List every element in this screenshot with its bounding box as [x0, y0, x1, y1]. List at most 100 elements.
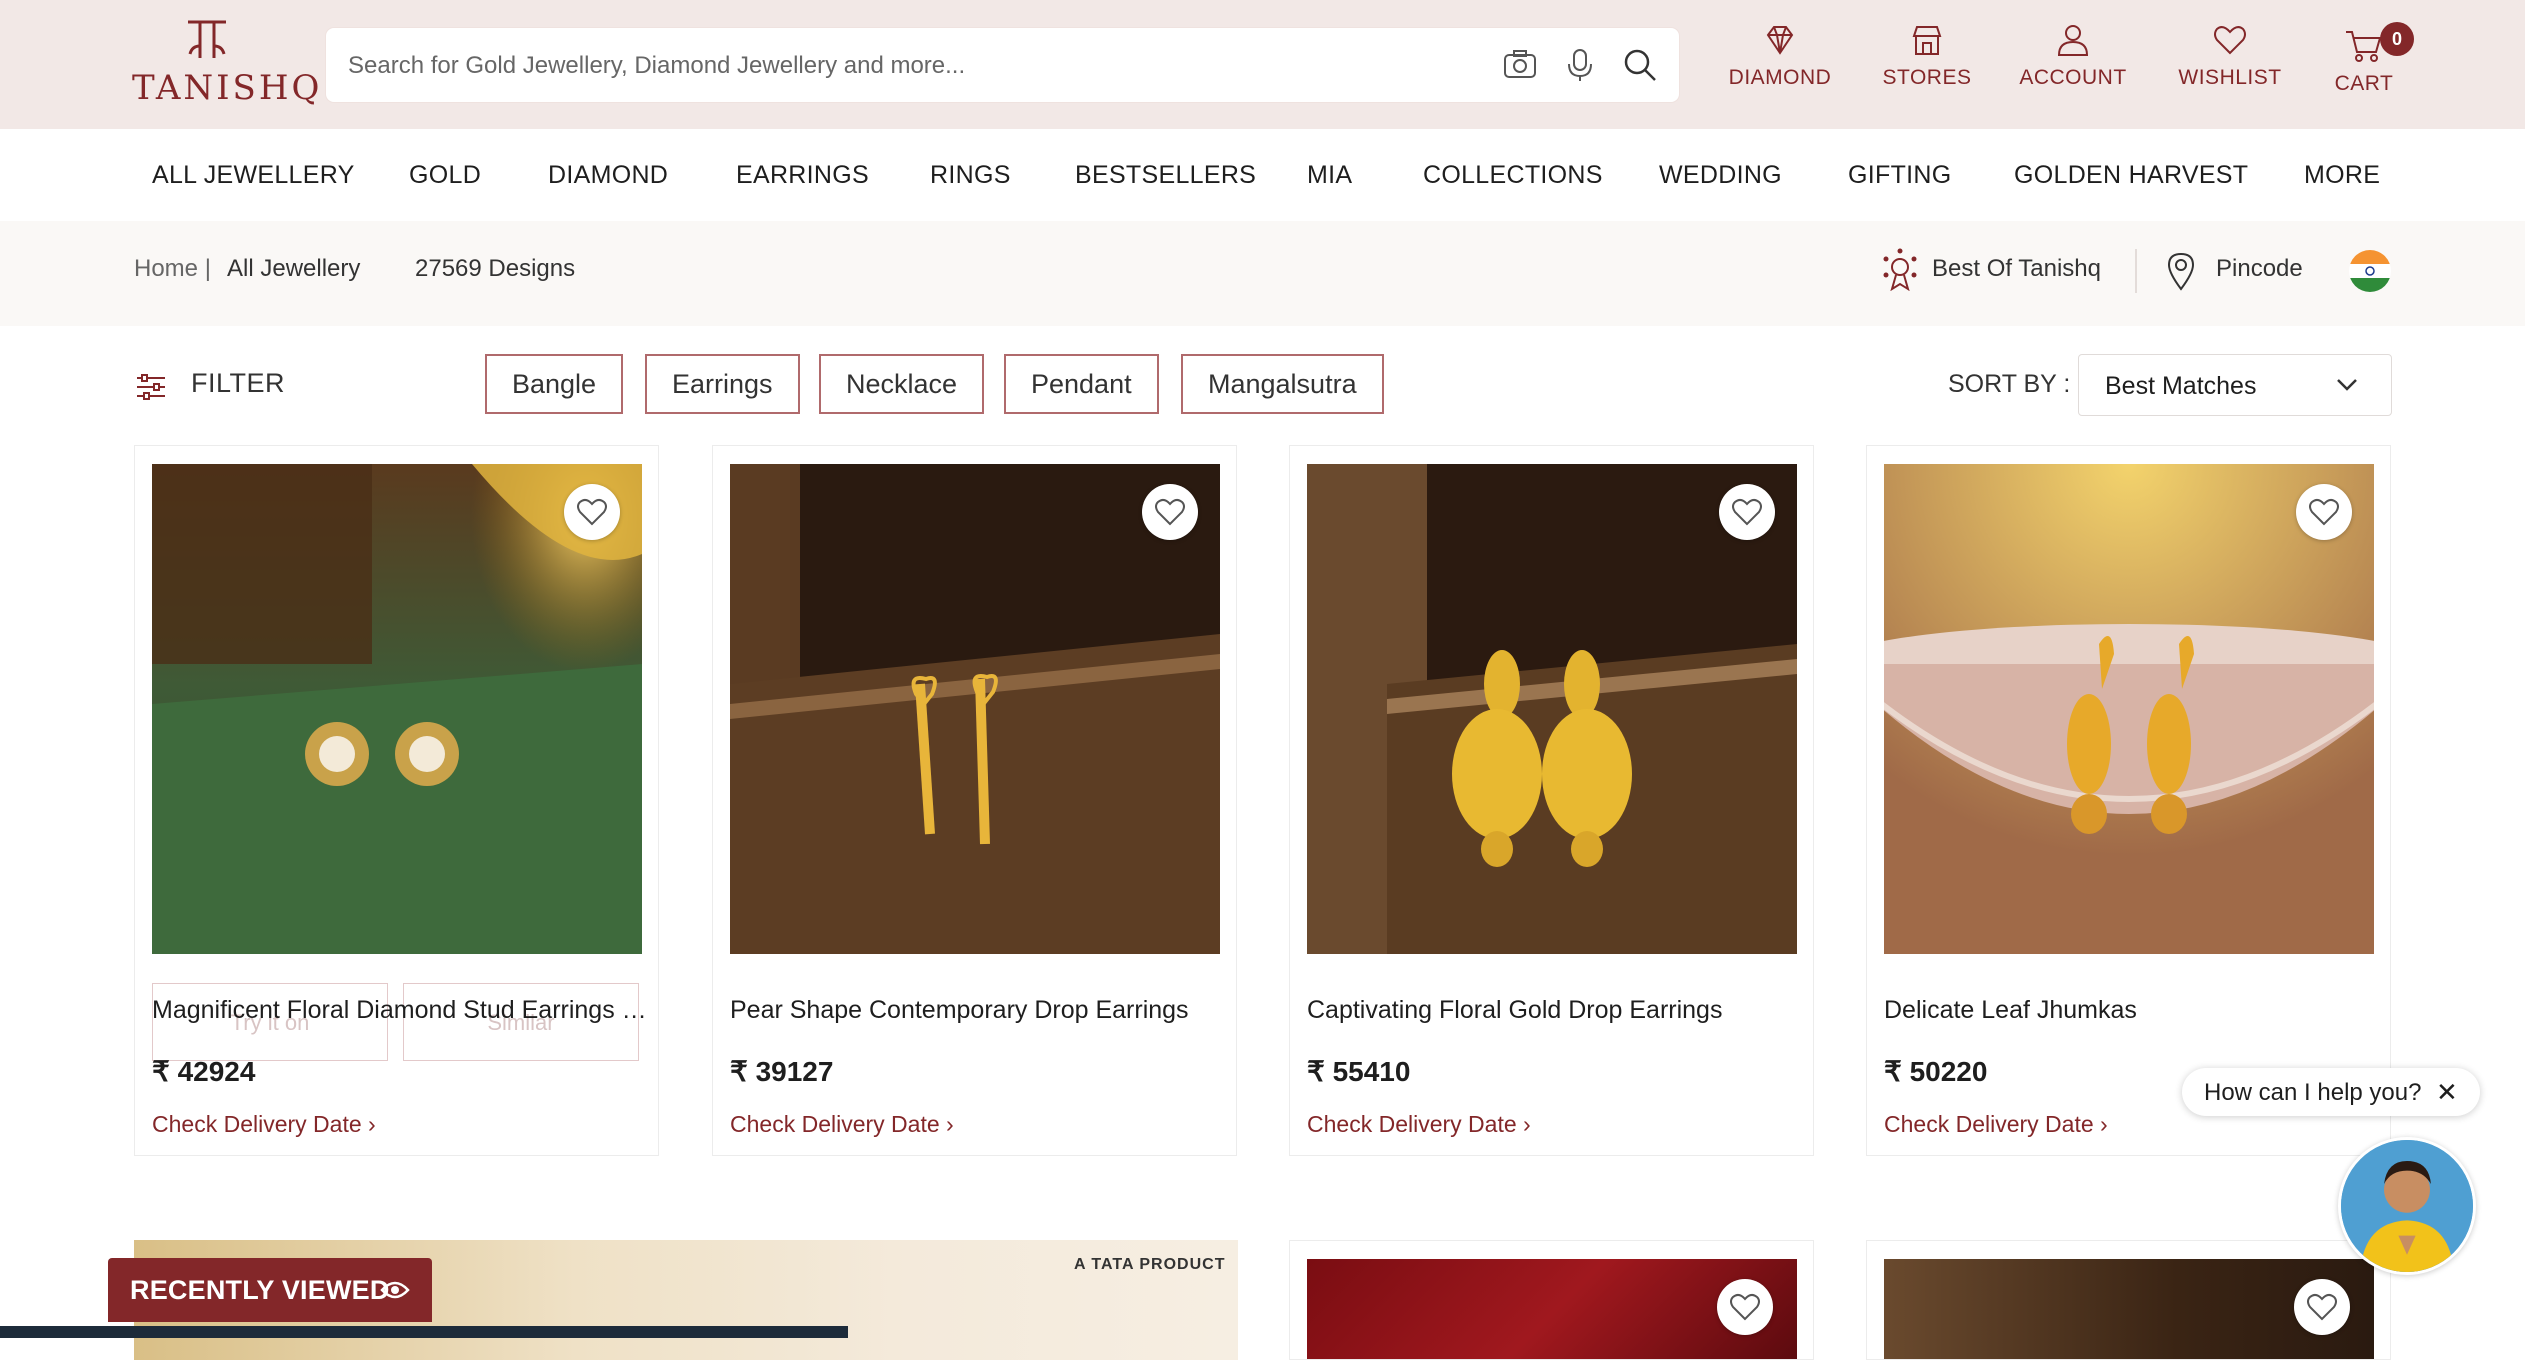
product-price: ₹ 55410	[1307, 1056, 1411, 1087]
product-card[interactable]	[1289, 1240, 1814, 1360]
nav-item-all-jewellery[interactable]: ALL JEWELLERY	[152, 161, 355, 190]
wishlist-heart-button[interactable]	[2294, 1279, 2350, 1335]
product-card[interactable]: Pear Shape Contemporary Drop Earrings ₹ …	[712, 445, 1237, 1156]
product-card[interactable]: Try it on Similar Magnificent Floral Dia…	[134, 445, 659, 1156]
chevron-right-icon: ›	[368, 1111, 376, 1137]
product-title[interactable]: Pear Shape Contemporary Drop Earrings	[730, 996, 1225, 1025]
product-price: ₹ 39127	[730, 1056, 834, 1087]
stores-label: STORES	[1882, 66, 1972, 89]
product-image[interactable]	[1307, 464, 1797, 954]
microphone-icon[interactable]	[1562, 47, 1598, 83]
chip-mangalsutra[interactable]: Mangalsutra	[1181, 354, 1384, 414]
nav-item-diamond[interactable]: DIAMOND	[548, 161, 668, 190]
header-account-link[interactable]: ACCOUNT	[2003, 22, 2143, 102]
product-photo	[1884, 464, 2374, 954]
product-card[interactable]: Delicate Leaf Jhumkas ₹ 50220 Check Deli…	[1866, 445, 2391, 1156]
check-delivery-link[interactable]: Check Delivery Date ›	[730, 1111, 954, 1138]
wishlist-heart-button[interactable]	[1719, 484, 1775, 540]
site-header: TANISHQ DIAMOND STORES	[0, 0, 2525, 129]
heart-outline-icon	[2307, 1293, 2337, 1321]
chat-prompt-bubble[interactable]: How can I help you? ✕	[2182, 1068, 2480, 1116]
logo-mark-icon	[188, 20, 226, 58]
best-of-tanishq-link[interactable]: Best Of Tanishq	[1932, 255, 2101, 283]
design-count: 27569 Designs	[415, 255, 576, 282]
nav-item-more[interactable]: MORE	[2304, 161, 2380, 190]
close-icon[interactable]: ✕	[2436, 1077, 2458, 1108]
chevron-right-icon: ›	[946, 1111, 954, 1137]
wishlist-heart-button[interactable]	[1717, 1279, 1773, 1335]
wishlist-heart-button[interactable]	[2296, 484, 2352, 540]
chat-assistant-avatar[interactable]	[2338, 1137, 2476, 1275]
filter-label: FILTER	[191, 368, 286, 398]
heart-outline-icon	[1155, 498, 1185, 526]
nav-item-mia[interactable]: MIA	[1307, 161, 1352, 190]
nav-item-wedding[interactable]: WEDDING	[1659, 161, 1782, 190]
product-price: ₹ 42924	[152, 1056, 256, 1087]
product-title[interactable]: Magnificent Floral Diamond Stud Earrings…	[152, 996, 647, 1025]
product-title[interactable]: Delicate Leaf Jhumkas	[1884, 996, 2379, 1025]
brand-name: TANISHQ	[132, 68, 323, 108]
search-icon[interactable]	[1622, 47, 1658, 83]
breadcrumb-home[interactable]: Home |	[134, 255, 211, 283]
nav-item-golden-harvest[interactable]: GOLDEN HARVEST	[2014, 161, 2248, 190]
nav-item-gold[interactable]: GOLD	[409, 161, 481, 190]
india-flag-icon[interactable]	[2348, 249, 2392, 293]
nav-item-collections[interactable]: COLLECTIONS	[1423, 161, 1603, 190]
search-input[interactable]	[346, 28, 1450, 104]
main-nav: ALL JEWELLERY GOLD DIAMOND EARRINGS RING…	[0, 129, 2525, 221]
heart-outline-icon	[1730, 1293, 1760, 1321]
check-delivery-label: Check Delivery Date	[730, 1111, 940, 1137]
nav-item-bestsellers[interactable]: BESTSELLERS	[1075, 161, 1256, 190]
product-title[interactable]: Captivating Floral Gold Drop Earrings	[1307, 996, 1802, 1025]
header-wishlist-link[interactable]: WISHLIST	[2160, 22, 2300, 102]
heart-outline-icon	[1732, 498, 1762, 526]
check-delivery-label: Check Delivery Date	[1884, 1111, 2094, 1137]
heart-outline-icon	[577, 498, 607, 526]
account-label: ACCOUNT	[2019, 66, 2127, 89]
nav-item-earrings[interactable]: EARRINGS	[736, 161, 869, 190]
sort-selected-value: Best Matches	[2105, 372, 2257, 400]
header-stores-link[interactable]: STORES	[1857, 22, 1997, 102]
product-image[interactable]	[730, 464, 1220, 954]
product-photo	[730, 464, 1220, 954]
tanishq-logo[interactable]: TANISHQ	[132, 18, 323, 110]
check-delivery-link[interactable]: Check Delivery Date ›	[1884, 1111, 2108, 1138]
wishlist-heart-button[interactable]	[564, 484, 620, 540]
product-price: ₹ 50220	[1884, 1056, 1988, 1087]
store-icon	[1912, 26, 1942, 55]
tata-product-tag: A TATA PRODUCT	[1074, 1256, 1226, 1273]
camera-search-icon[interactable]	[1502, 47, 1538, 83]
breadcrumb-current: All Jewellery	[227, 255, 361, 282]
breadcrumb-bar: Home | All Jewellery 27569 Designs Best …	[0, 221, 2525, 326]
product-card[interactable]: Captivating Floral Gold Drop Earrings ₹ …	[1289, 445, 1814, 1156]
heart-icon	[2214, 26, 2246, 55]
cart-label: CART	[2334, 72, 2394, 95]
product-image[interactable]	[152, 464, 642, 954]
recently-viewed-tab[interactable]: RECENTLY VIEWED	[108, 1258, 432, 1322]
header-cart-link[interactable]: 0 CART	[2294, 22, 2434, 108]
filter-sliders-icon	[137, 374, 165, 400]
chip-necklace[interactable]: Necklace	[819, 354, 985, 414]
chat-prompt-text: How can I help you?	[2204, 1079, 2422, 1106]
product-card[interactable]	[1866, 1240, 2391, 1360]
nav-item-gifting[interactable]: GIFTING	[1848, 161, 1951, 190]
sort-select[interactable]: Best Matches	[2078, 354, 2392, 416]
product-photo	[1307, 464, 1797, 954]
product-image[interactable]	[1884, 464, 2374, 954]
pincode-link[interactable]: Pincode	[2216, 255, 2303, 283]
check-delivery-label: Check Delivery Date	[152, 1111, 362, 1137]
assistant-portrait	[2341, 1140, 2473, 1272]
product-photo	[152, 464, 642, 954]
wishlist-heart-button[interactable]	[1142, 484, 1198, 540]
chevron-right-icon: ›	[2100, 1111, 2108, 1137]
chip-bangle[interactable]: Bangle	[485, 354, 624, 414]
location-pin-icon	[2167, 252, 2195, 291]
nav-item-rings[interactable]: RINGS	[930, 161, 1011, 190]
bottom-ticker	[0, 1326, 848, 1338]
heart-outline-icon	[2309, 498, 2339, 526]
check-delivery-link[interactable]: Check Delivery Date ›	[152, 1111, 376, 1138]
chip-pendant[interactable]: Pendant	[1004, 354, 1159, 414]
chip-earrings[interactable]: Earrings	[645, 354, 800, 414]
check-delivery-link[interactable]: Check Delivery Date ›	[1307, 1111, 1531, 1138]
header-diamond-link[interactable]: DIAMOND	[1710, 22, 1850, 102]
